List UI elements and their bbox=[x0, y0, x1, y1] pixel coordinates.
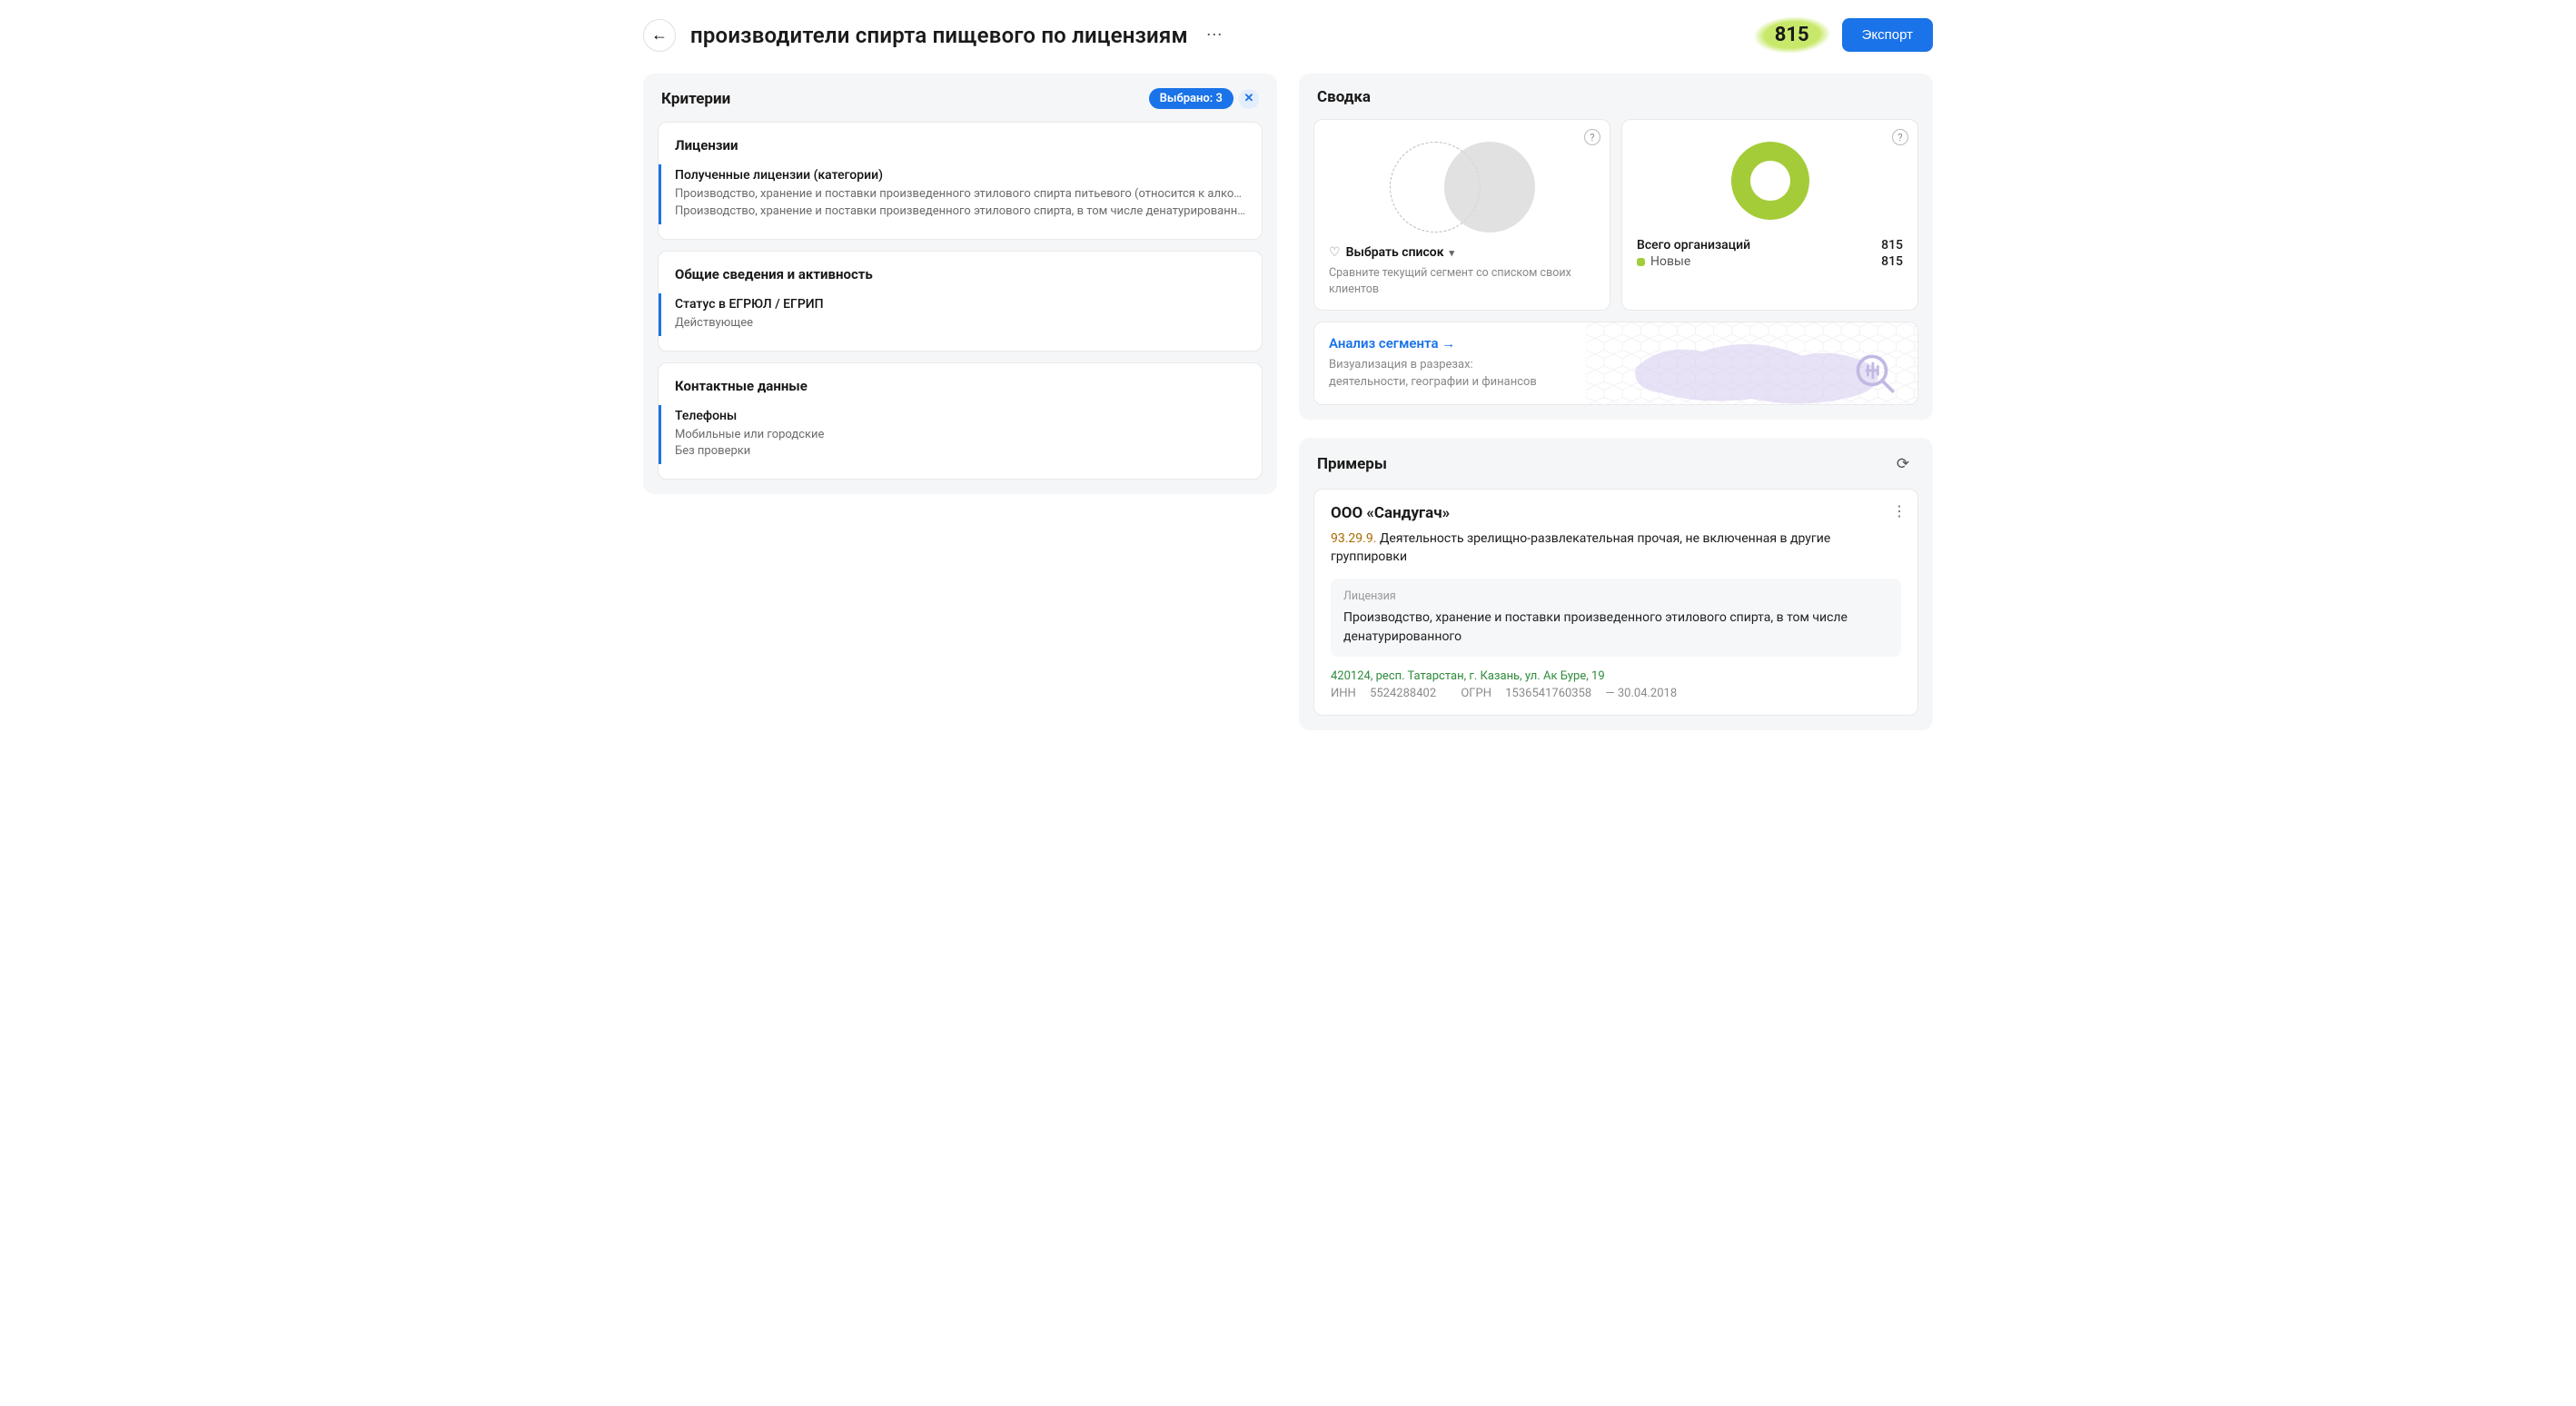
reg-date: 30.04.2018 bbox=[1618, 687, 1677, 700]
criteria-item-value: Мобильные или городские bbox=[675, 427, 1245, 444]
selected-count-chip[interactable]: Выбрано: 3 bbox=[1149, 88, 1234, 109]
inn-value: 5524288402 bbox=[1370, 687, 1436, 700]
page-header: ← производители спирта пищевого по лицен… bbox=[643, 18, 1933, 52]
criteria-item-value: Без проверки bbox=[675, 443, 1245, 460]
select-list-label: Выбрать список bbox=[1346, 245, 1444, 260]
more-menu-button[interactable]: ⋯ bbox=[1203, 23, 1228, 48]
analysis-link[interactable]: Анализ сегмента → bbox=[1329, 335, 1455, 352]
new-orgs-value: 815 bbox=[1881, 254, 1903, 269]
refresh-button[interactable]: ⟳ bbox=[1891, 452, 1915, 476]
examples-heading: Примеры bbox=[1317, 455, 1387, 473]
analysis-link-label: Анализ сегмента bbox=[1329, 335, 1439, 352]
okved-code: 93.29.9. bbox=[1331, 531, 1376, 546]
criteria-group-title: Лицензии bbox=[675, 137, 1245, 153]
criteria-group-title: Общие сведения и активность bbox=[675, 266, 1245, 282]
criteria-group: Лицензии Полученные лицензии (категории)… bbox=[658, 122, 1263, 240]
criteria-panel: Критерии Выбрано: 3 ✕ Лицензии Полученны… bbox=[643, 74, 1277, 494]
summary-panel: Сводка ? ♡ Выбрать список ▾ Сравните bbox=[1299, 74, 1933, 420]
criteria-group: Общие сведения и активность Статус в ЕГР… bbox=[658, 251, 1263, 352]
total-orgs-value: 815 bbox=[1881, 238, 1903, 252]
page-title: производители спирта пищевого по лицензи… bbox=[690, 23, 1188, 48]
criteria-item-value: Действующее bbox=[675, 315, 1245, 332]
criteria-item-value: Производство, хранение и поставки произв… bbox=[675, 203, 1245, 221]
okved-line: 93.29.9. Деятельность зрелищно-развлекат… bbox=[1331, 530, 1901, 567]
criteria-item[interactable]: Телефоны Мобильные или городские Без про… bbox=[659, 405, 1245, 465]
close-icon: ✕ bbox=[1244, 92, 1254, 105]
analysis-description: Визуализация в разрезах: деятельности, г… bbox=[1329, 357, 1903, 391]
criteria-item-value: Производство, хранение и поставки произв… bbox=[675, 186, 1245, 203]
back-button[interactable]: ← bbox=[643, 19, 676, 52]
refresh-icon: ⟳ bbox=[1897, 455, 1909, 473]
summary-heading: Сводка bbox=[1317, 88, 1371, 106]
heart-icon: ♡ bbox=[1329, 245, 1341, 260]
license-label: Лицензия bbox=[1343, 589, 1888, 603]
compare-card: ? ♡ Выбрать список ▾ Сравните текущий се… bbox=[1313, 119, 1610, 311]
legend-dot-icon bbox=[1637, 258, 1645, 266]
select-list-dropdown[interactable]: ♡ Выбрать список ▾ bbox=[1329, 245, 1595, 260]
total-orgs-label: Всего организаций bbox=[1637, 238, 1750, 252]
license-text: Производство, хранение и поставки произв… bbox=[1343, 609, 1888, 646]
criteria-group-title: Контактные данные bbox=[675, 378, 1245, 394]
venn-diagram bbox=[1329, 133, 1595, 245]
result-count-badge: 815 bbox=[1760, 20, 1824, 50]
arrow-left-icon: ← bbox=[651, 25, 668, 45]
examples-panel: Примеры ⟳ ⋮ ООО «Сандугач» 93.29.9. Деят… bbox=[1299, 438, 1933, 730]
compare-hint: Сравните текущий сегмент со списком свои… bbox=[1329, 265, 1595, 297]
export-button[interactable]: Экспорт bbox=[1842, 18, 1933, 52]
criteria-item[interactable]: Статус в ЕГРЮЛ / ЕГРИП Действующее bbox=[659, 293, 1245, 336]
help-icon[interactable]: ? bbox=[1584, 129, 1600, 145]
ogrn-label: ОГРН bbox=[1461, 687, 1491, 700]
criteria-heading: Критерии bbox=[661, 90, 730, 108]
criteria-item-label: Телефоны bbox=[675, 409, 1245, 423]
analysis-card[interactable]: Анализ сегмента → Визуализация в разреза… bbox=[1313, 322, 1918, 405]
help-icon[interactable]: ? bbox=[1892, 129, 1908, 145]
okved-text: Деятельность зрелищно-развлекательная пр… bbox=[1331, 531, 1830, 564]
dots-horizontal-icon: ⋯ bbox=[1206, 25, 1224, 45]
dots-vertical-icon: ⋮ bbox=[1892, 502, 1907, 520]
totals-card: ? Всего организаций 815 Новые bbox=[1621, 119, 1918, 311]
example-org-card: ⋮ ООО «Сандугач» 93.29.9. Деятельность з… bbox=[1313, 489, 1918, 716]
criteria-group: Контактные данные Телефоны Мобильные или… bbox=[658, 362, 1263, 480]
criteria-item[interactable]: Полученные лицензии (категории) Производ… bbox=[659, 164, 1245, 224]
card-menu-button[interactable]: ⋮ bbox=[1892, 502, 1907, 520]
license-box: Лицензия Производство, хранение и постав… bbox=[1331, 579, 1901, 657]
criteria-item-label: Полученные лицензии (категории) bbox=[675, 168, 1245, 183]
org-address: 420124, респ. Татарстан, г. Казань, ул. … bbox=[1331, 669, 1901, 683]
ogrn-value: 1536541760358 bbox=[1505, 687, 1591, 700]
arrow-right-icon: → bbox=[1442, 335, 1455, 352]
chevron-down-icon: ▾ bbox=[1450, 247, 1455, 259]
org-registration-line: ИНН 5524288402 ОГРН 1536541760358 — 30.0… bbox=[1331, 687, 1901, 700]
new-orgs-label: Новые bbox=[1650, 254, 1690, 269]
inn-label: ИНН bbox=[1331, 687, 1356, 700]
clear-selection-button[interactable]: ✕ bbox=[1239, 89, 1259, 109]
org-name[interactable]: ООО «Сандугач» bbox=[1331, 504, 1901, 522]
criteria-item-label: Статус в ЕГРЮЛ / ЕГРИП bbox=[675, 297, 1245, 312]
donut-chart bbox=[1637, 133, 1903, 236]
